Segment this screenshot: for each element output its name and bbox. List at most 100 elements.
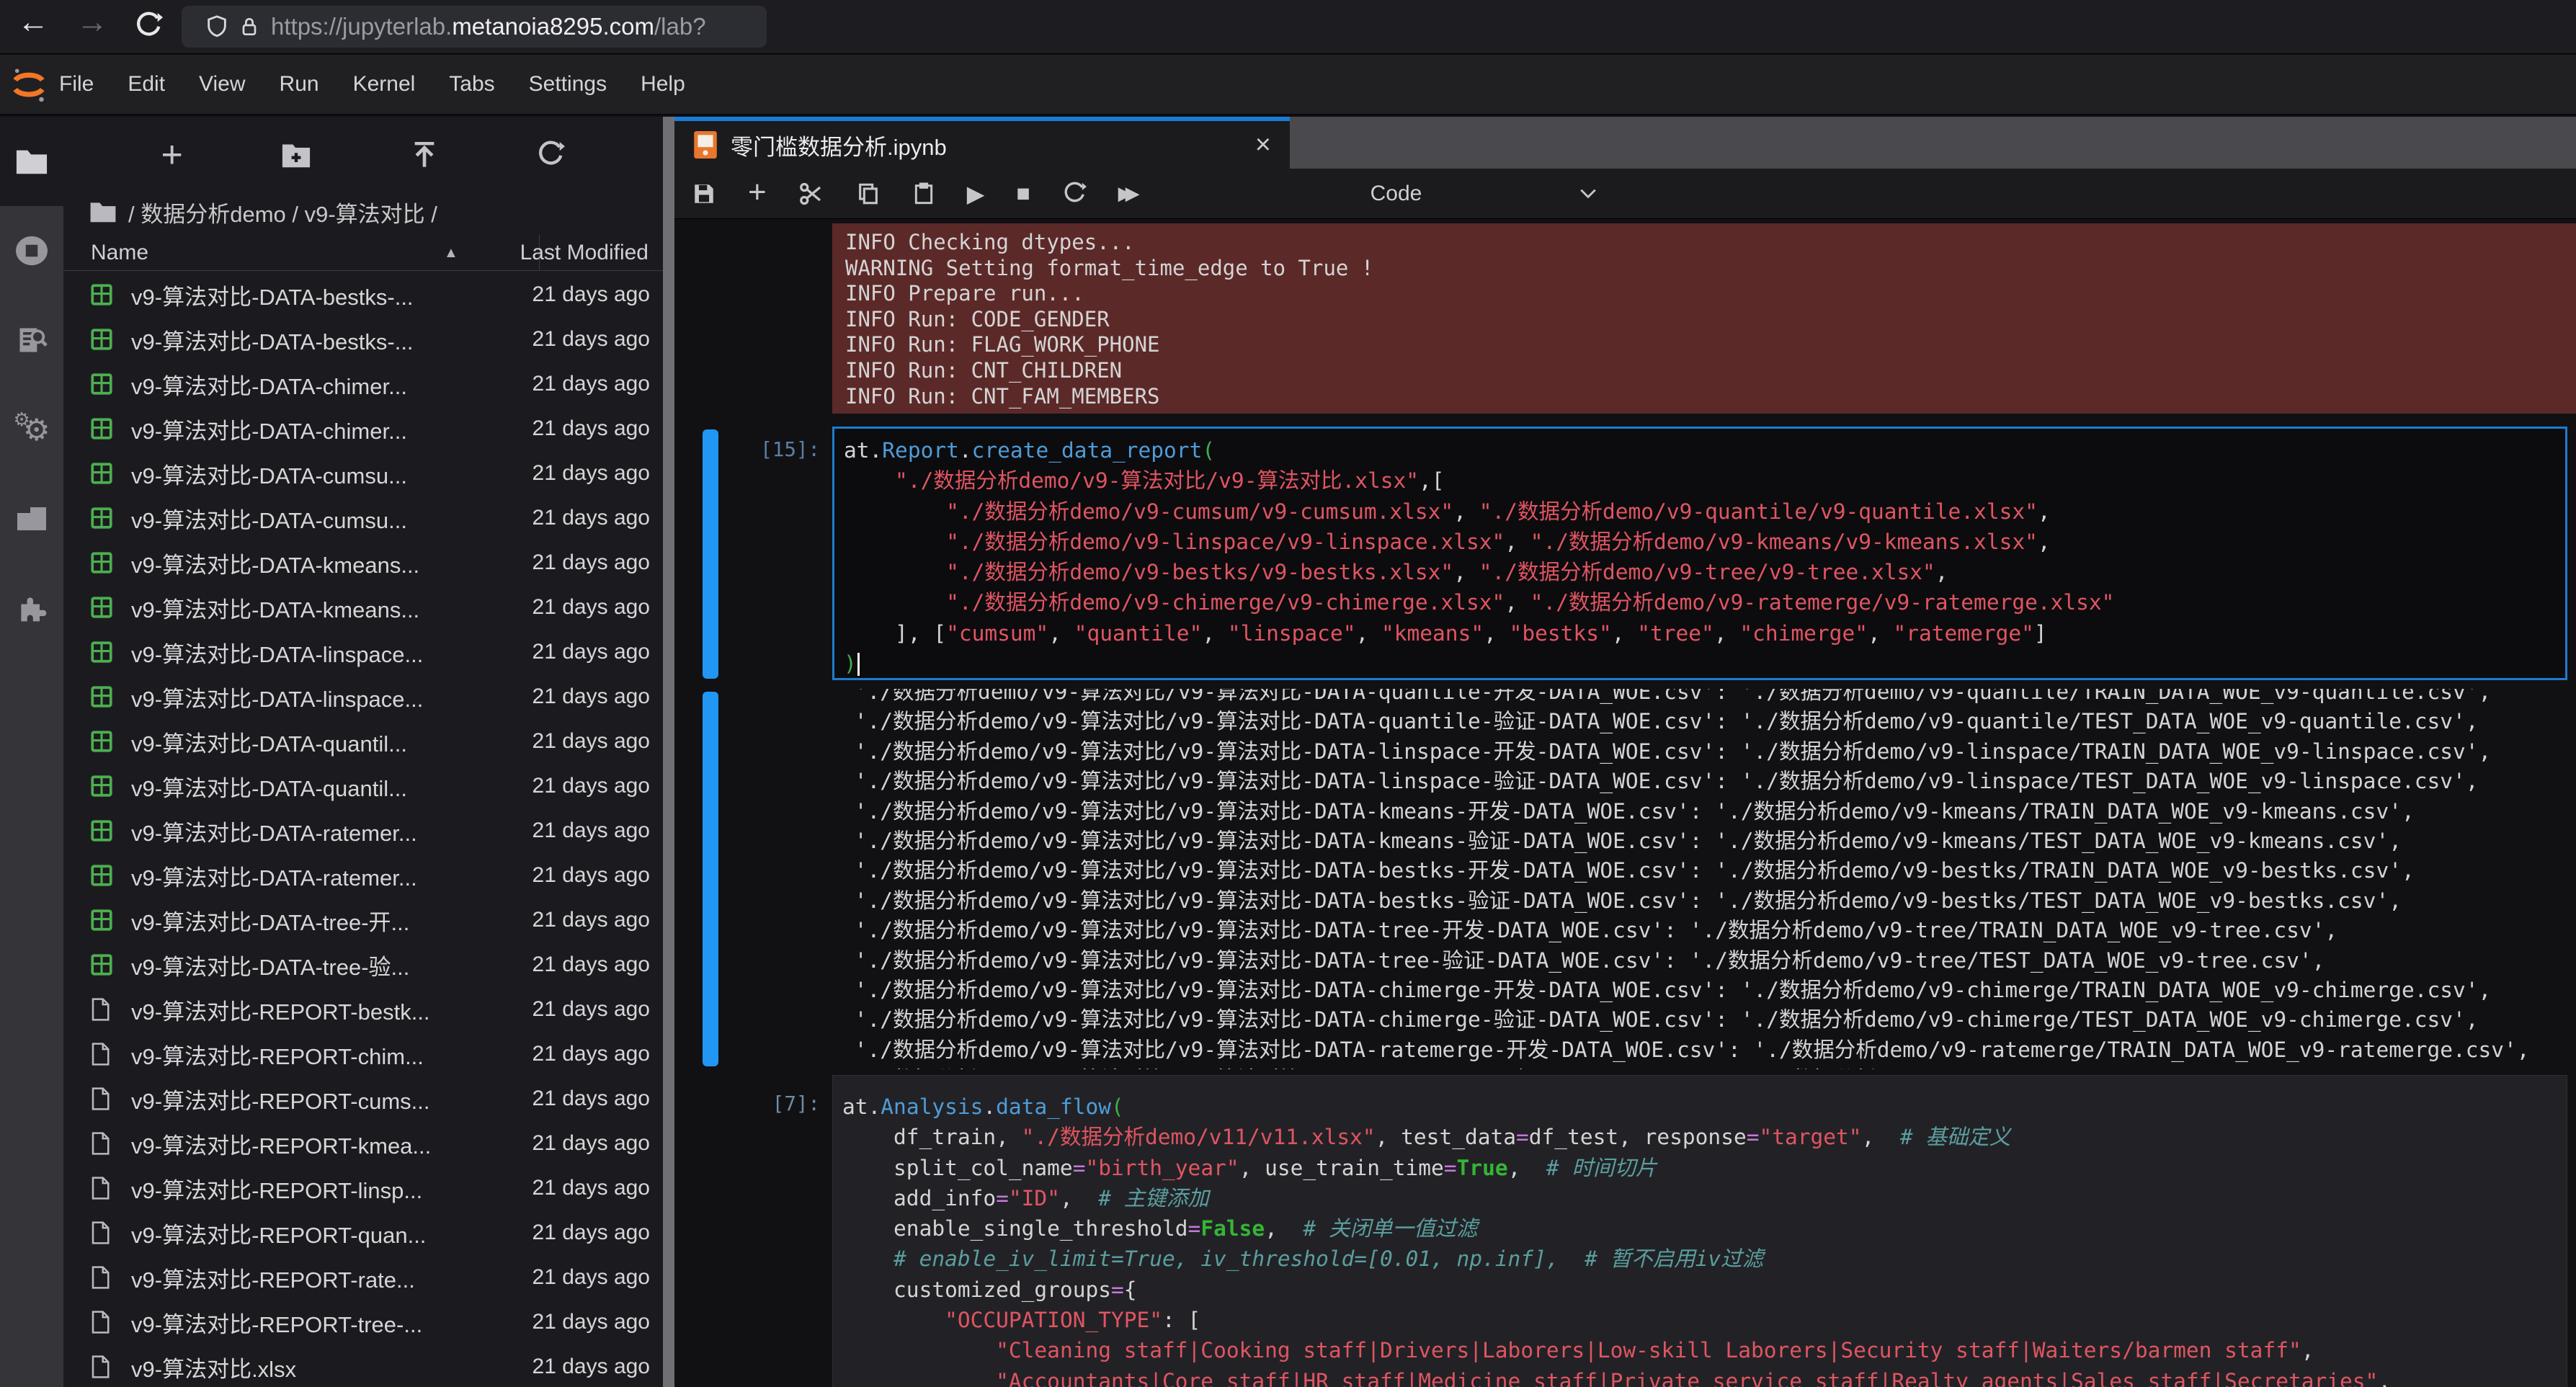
notebook-scroll-area[interactable]: INFO Checking dtypes...WARNING Setting f… (674, 219, 2576, 1387)
breadcrumb-path: / 数据分析demo / v9-算法对比 / (128, 196, 437, 228)
table-row[interactable]: v9-算法对比-DATA-chimer...21 days ago (63, 406, 663, 451)
text-cursor (857, 653, 860, 676)
file-modified: 21 days ago (532, 372, 650, 396)
file-browser-toolbar: + (63, 117, 663, 189)
spreadsheet-icon (89, 595, 115, 620)
table-row[interactable]: v9-算法对比-DATA-bestks-...21 days ago (63, 317, 663, 362)
file-name: v9-算法对比-REPORT-bestk... (131, 994, 525, 1026)
cell-output-stderr: INFO Checking dtypes...WARNING Setting f… (832, 223, 2576, 414)
cell-output-collapser[interactable] (703, 692, 718, 1066)
run-icon[interactable]: ▶ (967, 180, 985, 208)
sidebar-item-commands[interactable] (0, 295, 63, 385)
table-row[interactable]: v9-算法对比-DATA-quantil...21 days ago (63, 764, 663, 808)
sidebar-item-file-browser[interactable] (0, 117, 63, 206)
table-row[interactable]: v9-算法对比-REPORT-rate...21 days ago (63, 1255, 663, 1300)
stop-icon[interactable]: ■ (1016, 180, 1030, 207)
menu-file[interactable]: File (59, 72, 94, 97)
copy-icon[interactable] (856, 181, 881, 207)
table-row[interactable]: v9-算法对比-DATA-kmeans...21 days ago (63, 540, 663, 585)
table-row[interactable]: v9-算法对比-DATA-bestks-... 21 days ago (63, 272, 663, 317)
save-icon[interactable] (692, 182, 716, 206)
sidebar-item-extensions[interactable] (0, 563, 63, 653)
table-row[interactable]: v9-算法对比.xlsx21 days ago (63, 1344, 663, 1387)
close-icon[interactable]: × (1255, 130, 1271, 161)
cut-icon[interactable] (798, 181, 824, 207)
spreadsheet-icon (89, 372, 115, 396)
cell-type-select[interactable]: Code (1371, 182, 1422, 206)
menu-view[interactable]: View (199, 72, 245, 97)
cell-input-collapser[interactable] (703, 429, 718, 679)
restart-kernel-icon[interactable] (1062, 182, 1087, 206)
table-row[interactable]: v9-算法对比-REPORT-cums...21 days ago (63, 1076, 663, 1121)
file-modified: 21 days ago (532, 282, 650, 307)
table-row[interactable]: v9-算法对比-REPORT-bestk...21 days ago (63, 987, 663, 1032)
paste-icon[interactable] (912, 181, 935, 207)
file-modified: 21 days ago (532, 863, 650, 888)
table-row[interactable]: v9-算法对比-DATA-tree-开...21 days ago (63, 898, 663, 942)
table-row[interactable]: v9-算法对比-REPORT-tree-...21 days ago (63, 1300, 663, 1344)
table-row[interactable]: v9-算法对比-REPORT-linsp...21 days ago (63, 1166, 663, 1210)
file-icon (89, 1265, 115, 1290)
table-row[interactable]: v9-算法对比-REPORT-kmea...21 days ago (63, 1121, 663, 1166)
file-name: v9-算法对比-DATA-bestks-... (131, 279, 525, 311)
code-cell-input[interactable]: at.Analysis.data_flow( df_train, "./数据分析… (832, 1075, 2567, 1387)
address-bar[interactable]: https://jupyterlab.metanoia8295.com/lab? (182, 6, 767, 48)
file-name: v9-算法对比-DATA-cumsu... (131, 502, 525, 535)
new-launcher-icon[interactable]: + (161, 133, 183, 177)
code-cell-input-active[interactable]: at.Report.create_data_report( "./数据分析dem… (832, 427, 2567, 680)
shield-icon[interactable] (205, 13, 229, 40)
file-modified: 21 days ago (532, 1265, 650, 1290)
file-name: v9-算法对比-DATA-linspace... (131, 681, 525, 713)
sidebar-item-open-tabs[interactable] (0, 474, 63, 563)
table-row[interactable]: v9-算法对比-DATA-cumsu...21 days ago (63, 451, 663, 496)
menu-kernel[interactable]: Kernel (353, 72, 416, 97)
upload-icon[interactable] (410, 140, 439, 170)
menu-edit[interactable]: Edit (128, 72, 165, 97)
sidebar-item-property-inspector[interactable]: ⚙⚙ (0, 385, 63, 474)
breadcrumb[interactable]: / 数据分析demo / v9-算法对比 / (63, 189, 663, 235)
cell-output-result: './数据分析demo/v9-算法对比/v9-算法对比-DATA-quantil… (832, 689, 2576, 1069)
restart-run-all-icon[interactable]: ▶▶ (1118, 182, 1133, 205)
column-header-name[interactable]: Name (91, 241, 148, 265)
chevron-down-icon[interactable] (1579, 187, 1597, 201)
add-cell-icon[interactable]: + (748, 174, 767, 210)
file-icon (89, 1176, 115, 1200)
file-modified: 21 days ago (532, 953, 650, 977)
spreadsheet-icon (89, 908, 115, 932)
table-row[interactable]: v9-算法对比-DATA-ratemer...21 days ago (63, 853, 663, 898)
notebook-panel: 零门槛数据分析.ipynb × + ▶ ■ ▶▶ Code (674, 117, 2576, 1387)
forward-icon[interactable]: → (72, 4, 112, 40)
table-row[interactable]: v9-算法对比-DATA-linspace...21 days ago (63, 674, 663, 719)
table-row[interactable]: v9-算法对比-REPORT-quan...21 days ago (63, 1210, 663, 1255)
tab-notebook[interactable]: 零门槛数据分析.ipynb × (674, 117, 1290, 169)
stop-circle-icon (14, 235, 50, 267)
table-row[interactable]: v9-算法对比-DATA-linspace...21 days ago (63, 630, 663, 674)
notebook-toolbar: + ▶ ■ ▶▶ Code (674, 169, 2576, 219)
menu-run[interactable]: Run (280, 72, 319, 97)
file-modified: 21 days ago (532, 595, 650, 620)
table-row[interactable]: v9-算法对比-REPORT-chim...21 days ago (63, 1032, 663, 1076)
table-row[interactable]: v9-算法对比-DATA-kmeans...21 days ago (63, 585, 663, 630)
file-name: v9-算法对比-DATA-kmeans... (131, 547, 525, 579)
notebook-file-icon (693, 130, 718, 159)
refresh-icon[interactable] (536, 141, 565, 169)
back-icon[interactable]: ← (13, 4, 53, 40)
table-row[interactable]: v9-算法对比-DATA-tree-验...21 days ago (63, 942, 663, 987)
table-row[interactable]: v9-算法对比-DATA-ratemer...21 days ago (63, 808, 663, 853)
folder-icon (15, 147, 48, 176)
panel-resize-handle[interactable] (663, 117, 674, 1387)
file-name: v9-算法对比.xlsx (131, 1351, 525, 1383)
file-name: v9-算法对比-DATA-chimer... (131, 368, 525, 401)
table-row[interactable]: v9-算法对比-DATA-chimer... 21 days ago (63, 362, 663, 406)
sidebar-item-running-kernels[interactable] (0, 206, 63, 295)
sort-ascending-icon[interactable]: ▲ (444, 245, 458, 262)
reload-icon[interactable] (134, 12, 174, 40)
file-modified: 21 days ago (532, 327, 650, 352)
menu-settings[interactable]: Settings (529, 72, 607, 97)
column-header-modified[interactable]: Last Modified (520, 241, 649, 265)
menu-tabs[interactable]: Tabs (449, 72, 494, 97)
table-row[interactable]: v9-算法对比-DATA-quantil...21 days ago (63, 719, 663, 764)
menu-help[interactable]: Help (641, 72, 685, 97)
new-folder-icon[interactable] (280, 141, 312, 169)
table-row[interactable]: v9-算法对比-DATA-cumsu...21 days ago (63, 496, 663, 540)
